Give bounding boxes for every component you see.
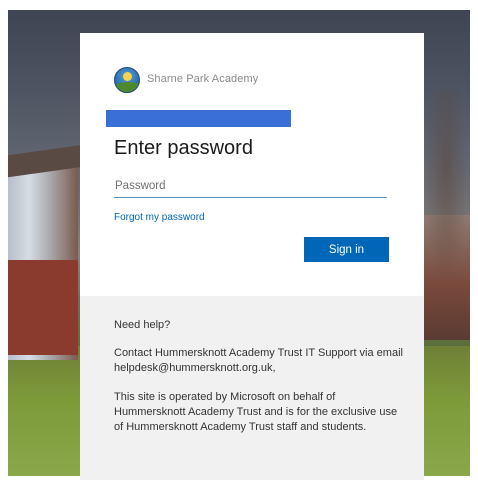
page-title: Enter password [114, 137, 253, 159]
help-heading: Need help? [114, 319, 171, 331]
sign-in-button[interactable]: Sign in [304, 237, 389, 262]
forgot-password-link[interactable]: Forgot my password [114, 212, 205, 223]
logo-hill [115, 82, 139, 92]
org-name: Sharne Park Academy [147, 73, 259, 85]
help-section: Need help? Contact Hummersknott Academy … [80, 296, 424, 480]
logo-sun [123, 72, 132, 81]
school-logo-icon [114, 67, 140, 93]
redacted-username [106, 110, 291, 127]
help-contact: Contact Hummersknott Academy Trust IT Su… [114, 347, 403, 374]
help-notice: This site is operated by Microsoft on be… [114, 391, 398, 433]
background-brick-left [8, 260, 78, 355]
login-card: Sharne Park Academy Enter password Forgo… [80, 33, 424, 296]
background-tree-right [424, 90, 468, 290]
password-input[interactable] [114, 174, 387, 198]
